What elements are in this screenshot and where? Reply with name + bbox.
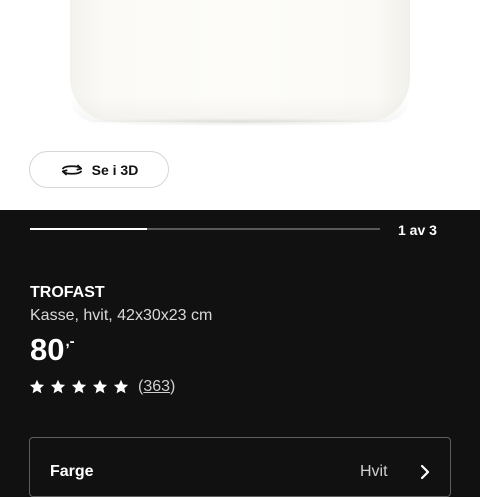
- product-image: [70, 0, 410, 122]
- price-amount: 80: [30, 332, 65, 367]
- star-icon: [71, 379, 87, 394]
- rotate-3d-icon: [60, 162, 84, 178]
- product-price: 80 ,-: [30, 331, 75, 369]
- star-icon: [50, 379, 66, 394]
- view-3d-button[interactable]: Se i 3D: [29, 151, 169, 188]
- star-icon: [113, 379, 129, 394]
- star-icon: [29, 379, 45, 394]
- color-value: Hvit: [360, 463, 388, 480]
- review-count: 363: [143, 378, 171, 395]
- gallery-progress-fill: [30, 228, 147, 230]
- chevron-right-icon: [419, 464, 431, 485]
- product-image-shadow: [74, 118, 406, 126]
- product-rating[interactable]: (363): [29, 378, 175, 396]
- gallery-progress-bar: [30, 228, 380, 230]
- review-count-link[interactable]: (363): [138, 378, 175, 396]
- product-description: Kasse, hvit, 42x30x23 cm: [30, 307, 213, 324]
- product-name: TROFAST: [30, 284, 105, 301]
- star-icon: [92, 379, 108, 394]
- review-count-close: ): [170, 378, 176, 395]
- color-label: Farge: [50, 463, 94, 480]
- color-selector[interactable]: Farge Hvit: [29, 437, 451, 497]
- image-counter: 1 av 3: [398, 222, 437, 238]
- product-image-area[interactable]: Se i 3D: [0, 0, 480, 210]
- rating-stars: [29, 379, 134, 395]
- view-3d-label: Se i 3D: [91, 161, 139, 178]
- price-suffix: ,-: [65, 333, 75, 350]
